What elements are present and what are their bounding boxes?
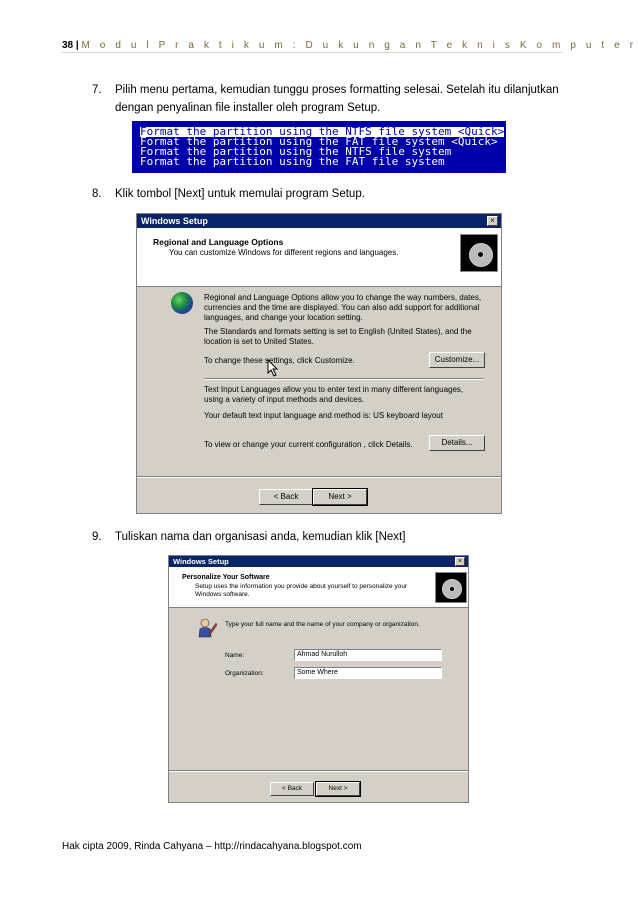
format-option[interactable]: Format the partition using the FAT file … bbox=[140, 156, 445, 167]
close-button[interactable]: × bbox=[487, 216, 498, 226]
regional-description: Regional and Language Options allow you … bbox=[204, 293, 482, 322]
windows-setup-dialog-regional: Windows Setup × Regional and Language Op… bbox=[136, 213, 502, 514]
text-input-description: Text Input Languages allow you to enter … bbox=[204, 385, 464, 404]
title-bar: Windows Setup × bbox=[137, 214, 501, 228]
mouse-cursor-icon bbox=[267, 359, 279, 377]
dialog-subheading: Setup uses the information you provide a… bbox=[195, 583, 408, 598]
next-button[interactable]: Next > bbox=[315, 781, 361, 797]
window-title: Windows Setup bbox=[141, 216, 208, 226]
step-number: 7. bbox=[92, 84, 102, 96]
step-number: 8. bbox=[92, 188, 102, 200]
title-bar: Windows Setup × bbox=[169, 556, 468, 567]
organization-label: Organization: bbox=[225, 670, 264, 677]
dialog-subheading: You can customize Windows for different … bbox=[169, 248, 399, 257]
page-number: 38 bbox=[62, 40, 74, 51]
page-header: 38 | M o d u l P r a k t i k u m : D u k… bbox=[62, 40, 637, 51]
setup-cd-icon bbox=[460, 234, 498, 272]
next-button[interactable]: Next > bbox=[312, 488, 368, 506]
header-separator: | bbox=[75, 40, 79, 51]
customize-button[interactable]: Customize... bbox=[429, 352, 485, 368]
details-instruction: To view or change your current configura… bbox=[204, 440, 413, 449]
dialog-heading: Personalize Your Software bbox=[182, 574, 270, 581]
close-button[interactable]: × bbox=[455, 557, 465, 566]
user-pen-icon bbox=[198, 618, 217, 638]
window-title: Windows Setup bbox=[173, 557, 229, 566]
dialog-heading: Regional and Language Options bbox=[153, 237, 284, 247]
windows-setup-dialog-personalize: Windows Setup × Personalize Your Softwar… bbox=[168, 555, 469, 803]
format-partition-menu: Format the partition using the NTFS file… bbox=[132, 121, 506, 173]
personalize-instruction: Type your full name and the name of your… bbox=[225, 621, 420, 628]
name-input[interactable]: Ahmad Nurulloh bbox=[294, 649, 442, 661]
details-button[interactable]: Details... bbox=[429, 435, 485, 451]
dialog-header: Regional and Language Options You can cu… bbox=[137, 228, 501, 287]
divider bbox=[204, 378, 484, 380]
step-text-line: Klik tombol [Next] untuk memulai program… bbox=[115, 188, 365, 200]
step-text-line: Pilih menu pertama, kemudian tunggu pros… bbox=[115, 84, 559, 96]
standards-description: The Standards and formats setting is set… bbox=[204, 327, 472, 346]
name-label: Name: bbox=[225, 652, 245, 659]
default-input-info: Your default text input language and met… bbox=[204, 411, 443, 420]
step-number: 9. bbox=[92, 531, 102, 543]
header-divider bbox=[62, 52, 562, 53]
organization-input[interactable]: Some Where bbox=[294, 667, 442, 679]
step-text-line: Tuliskan nama dan organisasi anda, kemud… bbox=[115, 531, 406, 543]
customize-instruction: To change these settings, click Customiz… bbox=[204, 356, 355, 365]
back-button[interactable]: < Back bbox=[259, 489, 313, 505]
footer-divider bbox=[169, 770, 468, 772]
back-button[interactable]: < Back bbox=[270, 782, 314, 796]
module-title: M o d u l P r a k t i k u m : D u k u n … bbox=[81, 40, 637, 51]
globe-icon bbox=[171, 292, 193, 314]
step-text-line: dengan penyalinan file installer oleh pr… bbox=[115, 102, 381, 114]
page-footer: Hak cipta 2009, Rinda Cahyana – http://r… bbox=[62, 841, 362, 852]
footer-divider bbox=[137, 476, 501, 478]
setup-cd-icon bbox=[435, 572, 467, 603]
dialog-header: Personalize Your Software Setup uses the… bbox=[169, 567, 468, 608]
